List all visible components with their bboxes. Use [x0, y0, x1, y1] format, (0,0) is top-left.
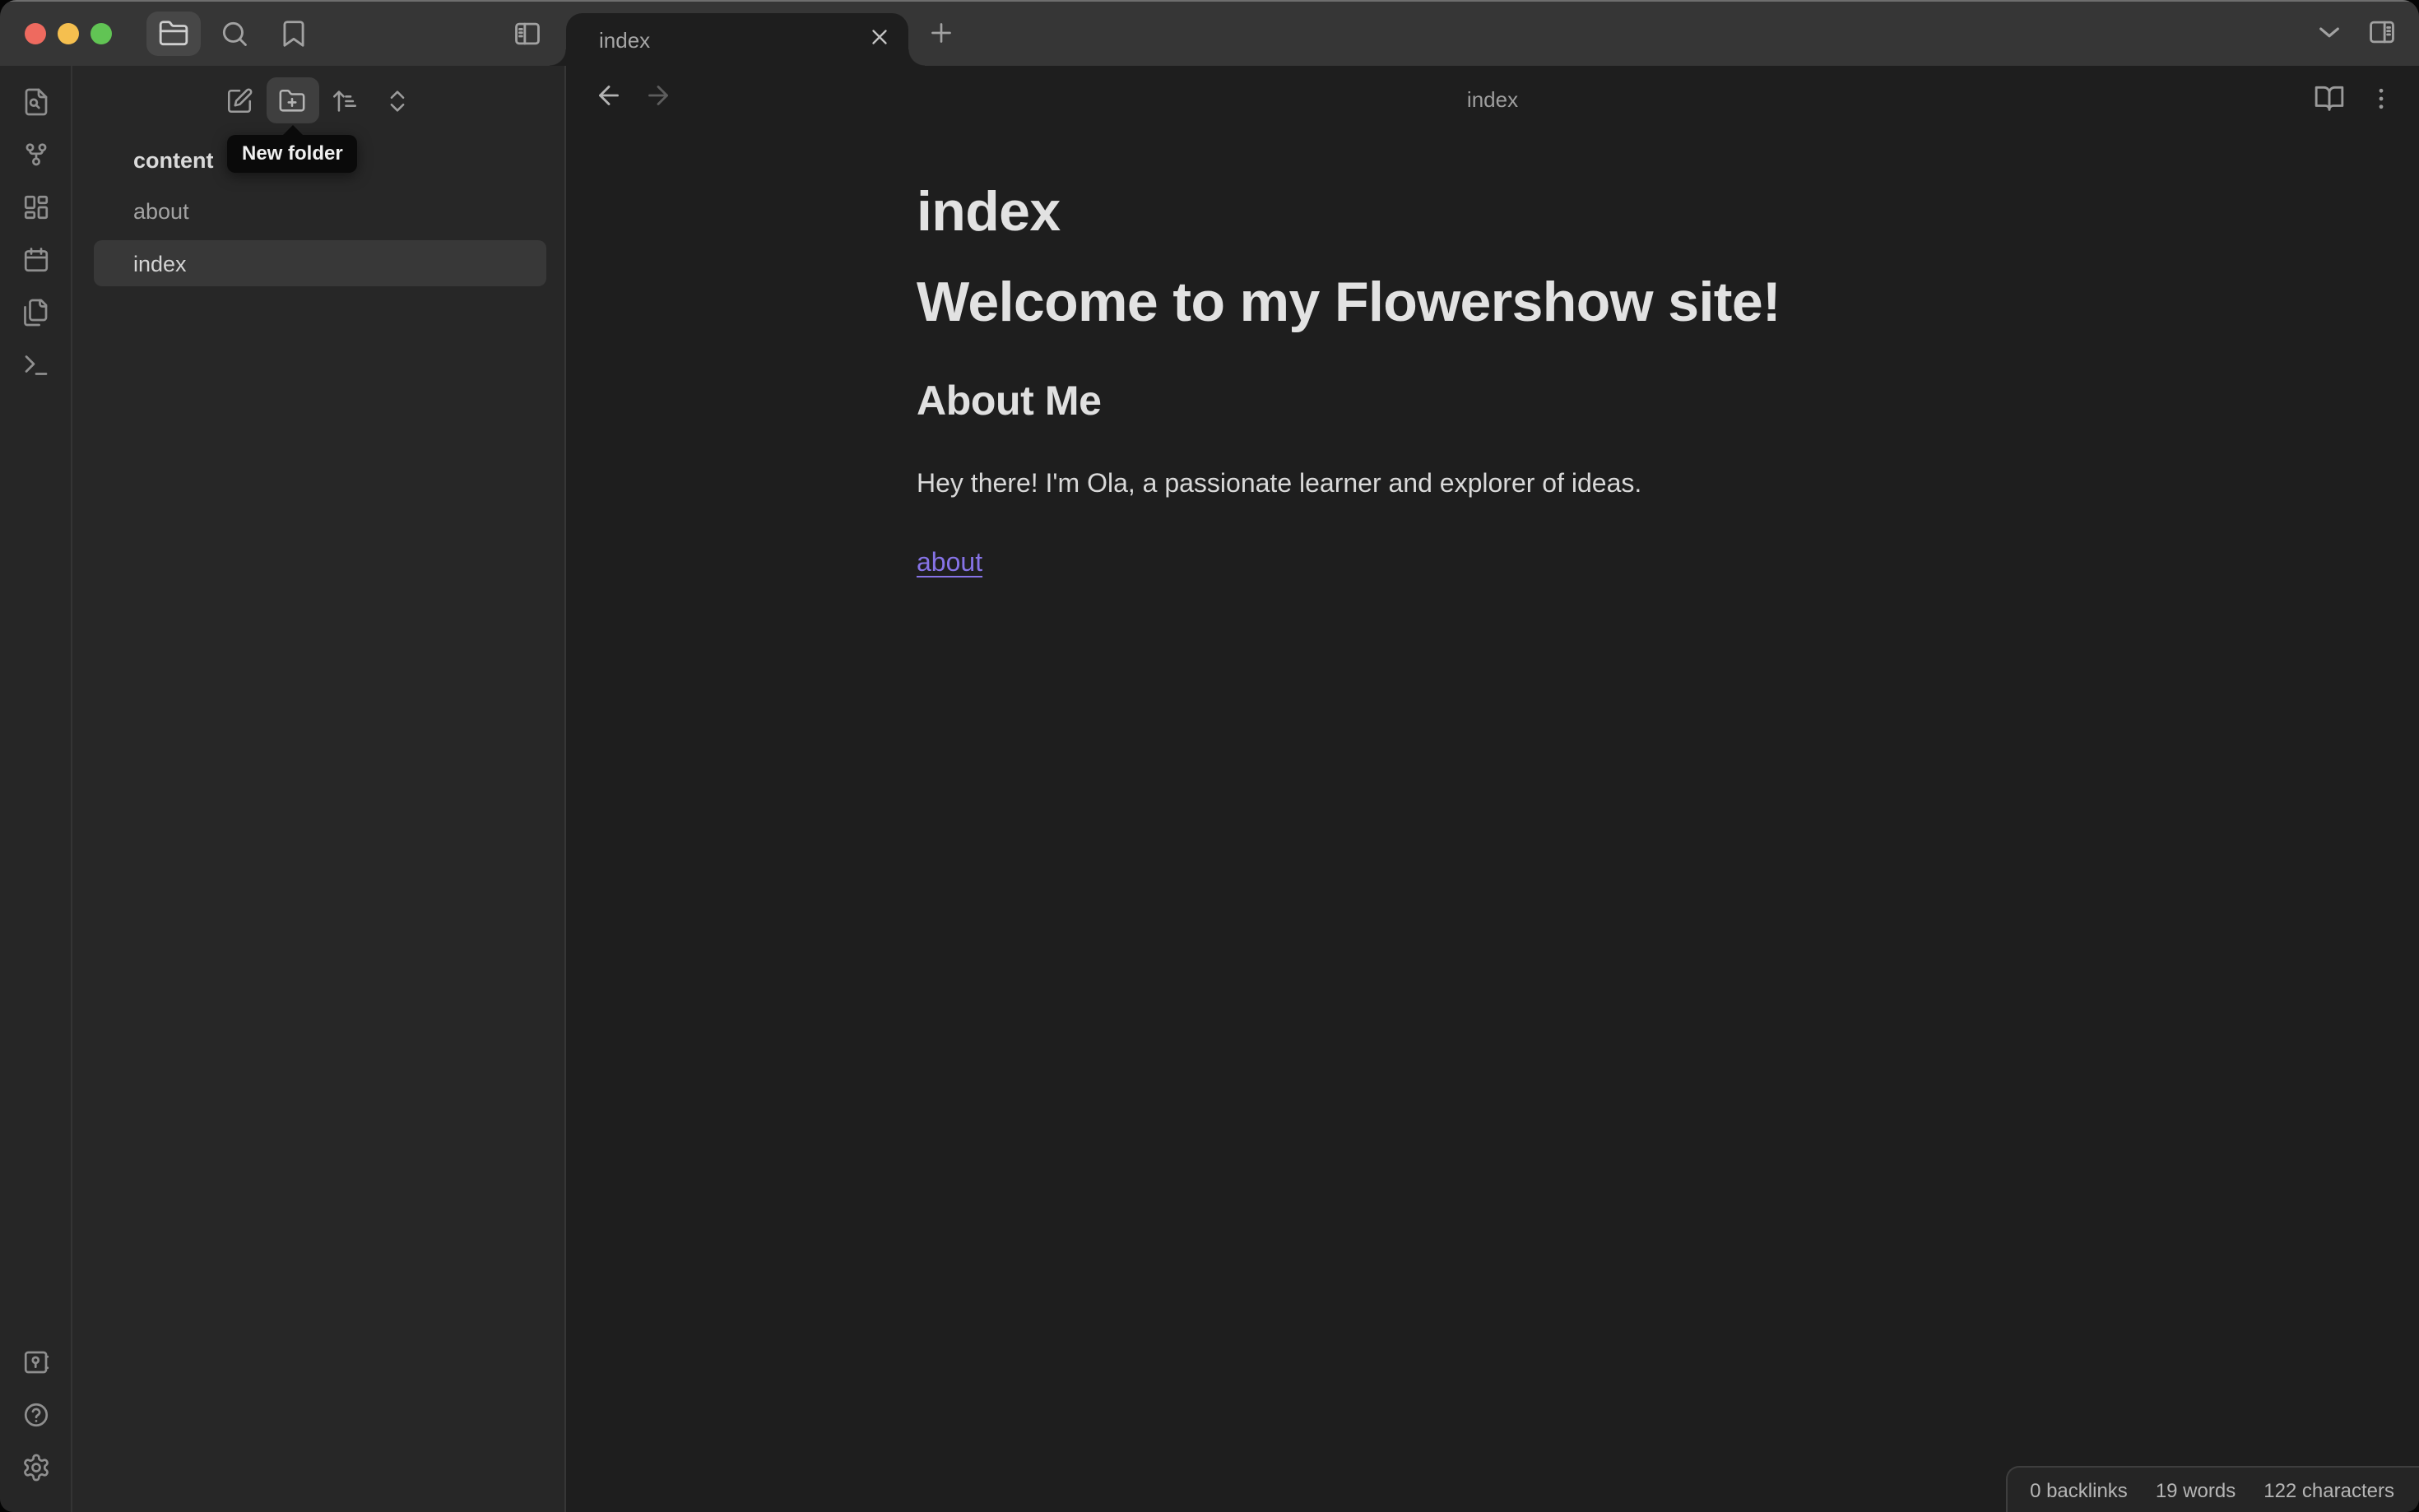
- view-header-actions: [2305, 76, 2404, 120]
- tab-close-button[interactable]: [867, 25, 892, 54]
- file-label: about: [133, 198, 189, 223]
- templates-button[interactable]: [12, 290, 58, 336]
- note-inline-title: index: [917, 181, 1061, 243]
- file-label: index: [133, 251, 187, 276]
- file-explorer-toolbar: [72, 77, 564, 123]
- collapse-all-button[interactable]: [371, 77, 424, 123]
- more-options-button[interactable]: [2358, 76, 2404, 120]
- character-count: 122 characters: [2263, 1478, 2394, 1501]
- ribbon: [0, 66, 72, 1512]
- settings-button[interactable]: [12, 1445, 58, 1491]
- folder-icon: [158, 17, 189, 49]
- editor-pane: index index Welcome to my Flowershow sit…: [566, 66, 2419, 1512]
- document-heading-1: Welcome to my Flowershow site!: [917, 271, 1781, 335]
- quick-switcher-button[interactable]: [12, 79, 58, 125]
- folder-label: content: [133, 147, 214, 172]
- more-vertical-icon: [2366, 83, 2396, 113]
- chevron-down-icon: [2313, 16, 2344, 48]
- tooltip-new-folder: New folder: [227, 125, 358, 173]
- sort-order-button[interactable]: [318, 77, 371, 123]
- arrow-left-icon: [594, 80, 624, 118]
- calendar-icon: [21, 245, 50, 275]
- document-heading-2: About Me: [917, 378, 1102, 425]
- minimize-window-button[interactable]: [58, 22, 79, 44]
- about-link[interactable]: about: [917, 550, 982, 577]
- toggle-right-sidebar-button[interactable]: [2358, 10, 2404, 54]
- new-note-icon: [225, 86, 253, 114]
- new-tab-button[interactable]: [918, 10, 964, 54]
- document-body: index Welcome to my Flowershow site! Abo…: [566, 132, 2212, 584]
- terminal-icon: [21, 350, 50, 380]
- workspace: New folder content about index index ind…: [0, 66, 2419, 1512]
- navigate-forward-button[interactable]: [642, 79, 675, 118]
- app-window: index New folder content about index ind…: [0, 0, 2419, 1512]
- window-controls: [25, 22, 112, 44]
- new-folder-button[interactable]: [266, 77, 318, 123]
- search-icon: [218, 17, 249, 49]
- status-bar: 0 backlinks 19 words 122 characters: [2005, 1466, 2419, 1512]
- titlebar-left-section: [0, 0, 566, 66]
- document-paragraph: Hey there! I'm Ola, a passionate learner…: [917, 470, 1642, 499]
- graph-icon: [21, 140, 50, 169]
- titlebar: index: [0, 0, 2419, 66]
- templates-icon: [21, 298, 50, 327]
- arrow-right-icon: [643, 80, 673, 118]
- word-count: 19 words: [2155, 1478, 2236, 1501]
- help-button[interactable]: [12, 1392, 58, 1438]
- reading-mode-button[interactable]: [2305, 76, 2352, 120]
- tab-title: index: [599, 27, 651, 52]
- close-icon: [867, 25, 892, 54]
- plus-icon: [926, 17, 956, 47]
- tab-list-dropdown-button[interactable]: [2305, 10, 2352, 54]
- navigate-back-button[interactable]: [592, 79, 625, 118]
- daily-note-button[interactable]: [12, 237, 58, 283]
- titlebar-right-actions: [2305, 10, 2404, 54]
- vault-icon: [21, 1347, 50, 1377]
- canvas-button[interactable]: [12, 184, 58, 230]
- panel-left-toggle-icon: [511, 17, 542, 49]
- close-window-button[interactable]: [25, 22, 46, 44]
- tab-index[interactable]: index: [550, 13, 925, 66]
- document-link-line: about: [917, 545, 2146, 584]
- panel-right-toggle-icon: [2366, 16, 2397, 48]
- history-navigation: [592, 79, 675, 118]
- canvas-icon: [21, 192, 50, 222]
- tab-bar: index: [550, 0, 2419, 66]
- new-note-button[interactable]: [213, 77, 266, 123]
- terminal-button[interactable]: [12, 342, 58, 388]
- file-search-icon: [21, 87, 50, 117]
- new-folder-icon: [278, 86, 306, 114]
- collapse-all-icon: [383, 86, 411, 114]
- book-open-icon: [2313, 82, 2344, 114]
- view-header-title: index: [1466, 86, 1519, 111]
- viewport: index New folder content about index ind…: [0, 0, 2419, 1512]
- tree-item-about[interactable]: about: [94, 188, 546, 234]
- backlinks-count[interactable]: 0 backlinks: [2030, 1478, 2128, 1501]
- toggle-left-sidebar-button[interactable]: [504, 11, 550, 55]
- open-vault-button[interactable]: [12, 1339, 58, 1385]
- gear-icon: [21, 1453, 50, 1482]
- files-tab-button[interactable]: [146, 11, 201, 55]
- graph-view-button[interactable]: [12, 132, 58, 178]
- maximize-window-button[interactable]: [91, 22, 112, 44]
- bookmarks-tab-button[interactable]: [270, 11, 316, 55]
- sort-icon: [331, 86, 359, 114]
- search-tab-button[interactable]: [211, 11, 257, 55]
- bookmark-icon: [277, 17, 309, 49]
- view-header: index: [566, 66, 2419, 132]
- tree-item-index[interactable]: index: [94, 240, 546, 286]
- help-icon: [21, 1400, 50, 1430]
- file-explorer: New folder content about index: [72, 66, 566, 1512]
